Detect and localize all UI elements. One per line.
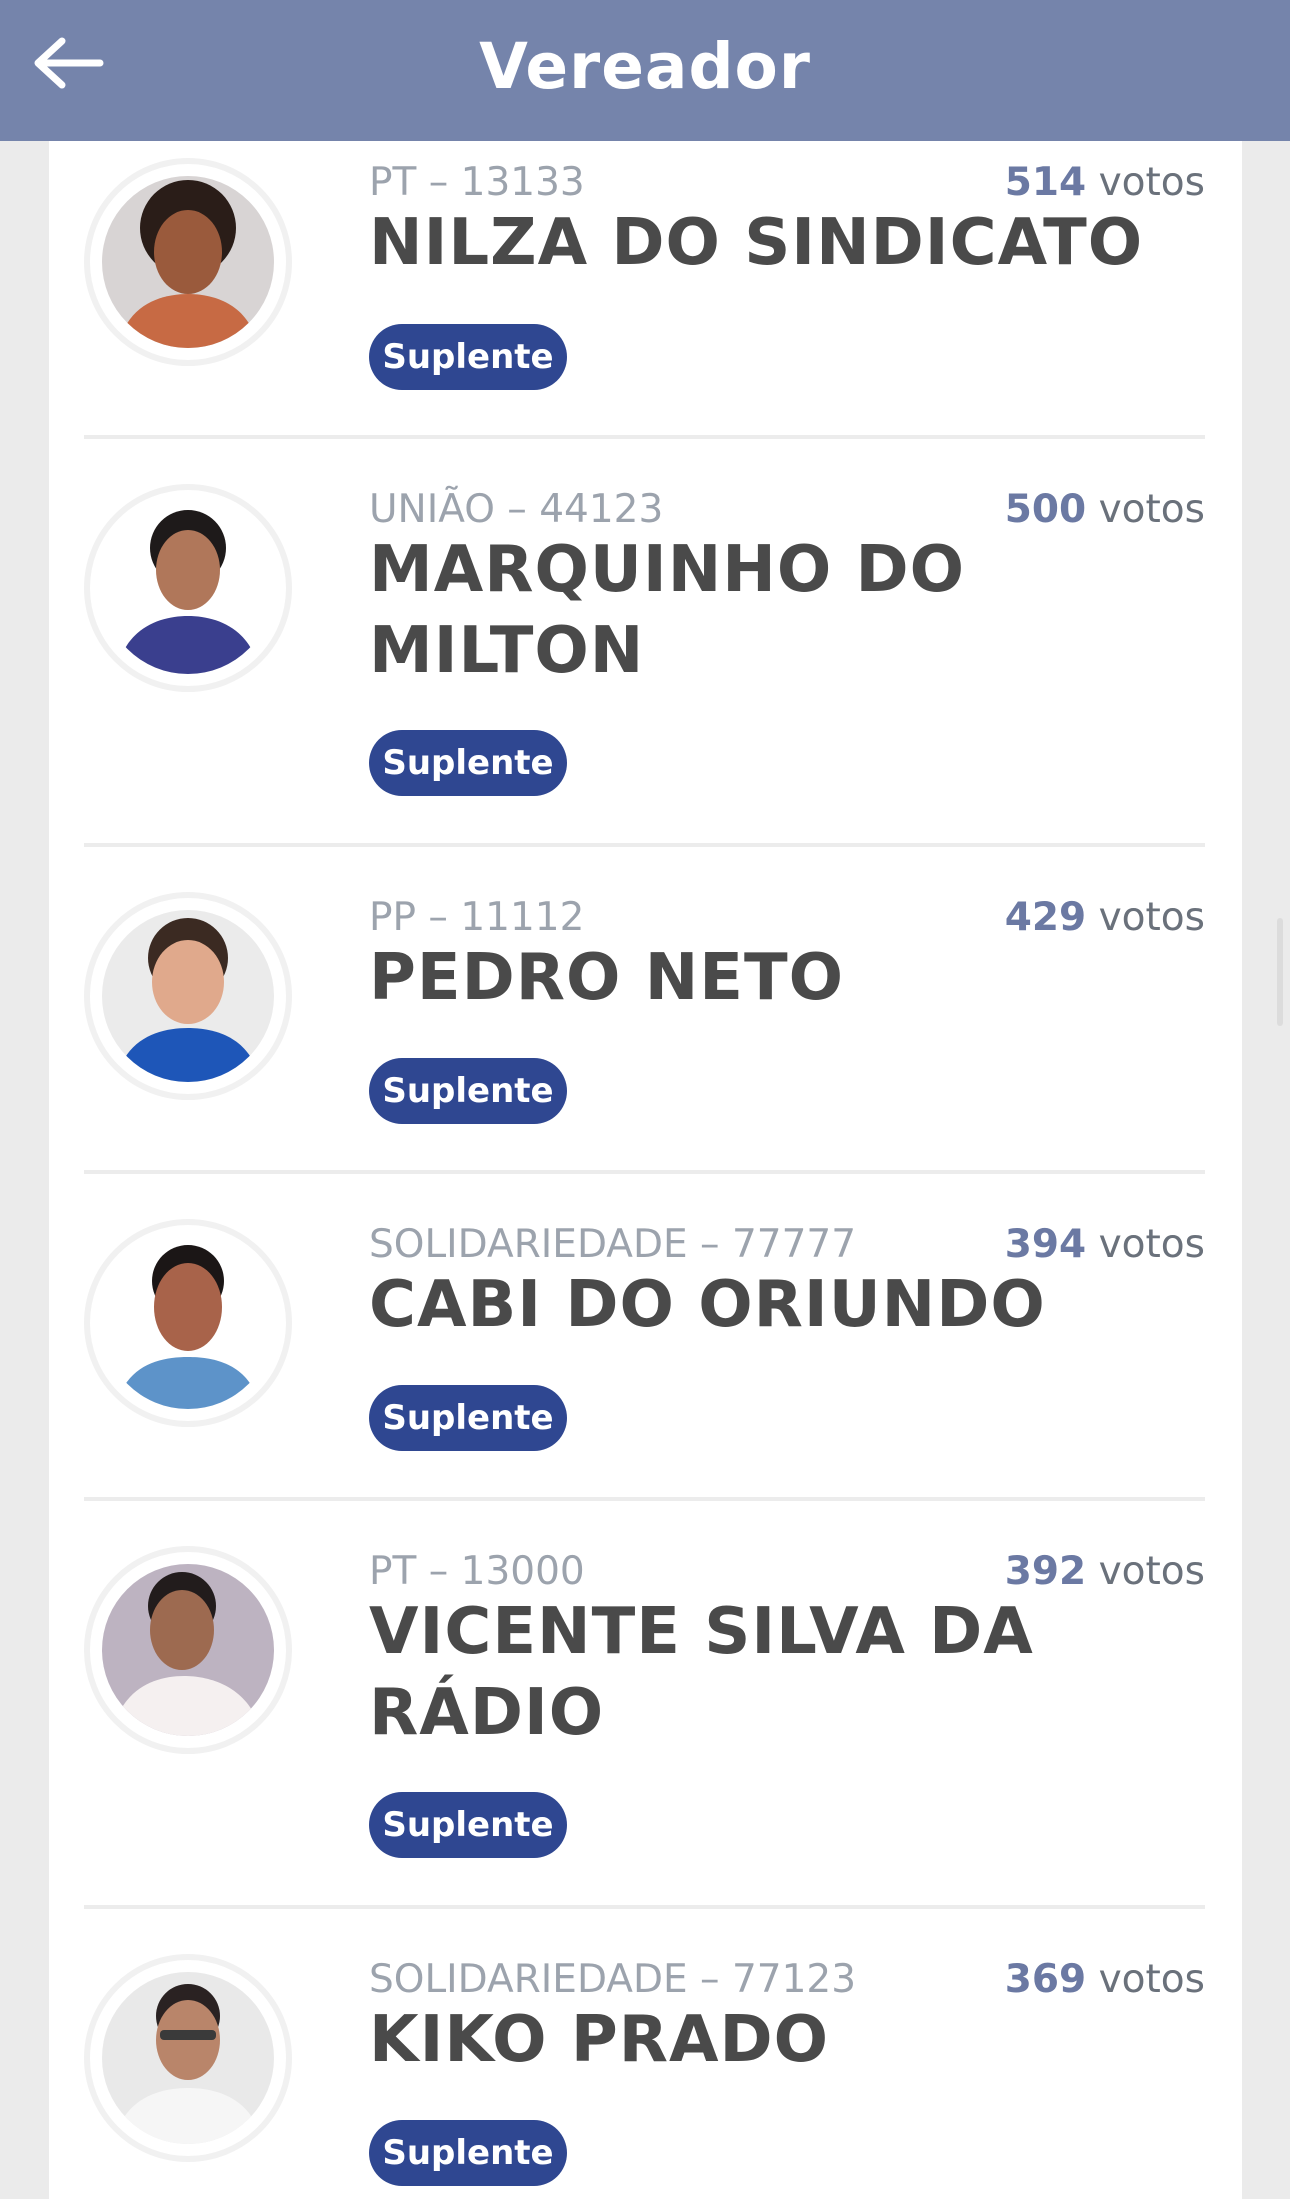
arrow-left-icon <box>34 37 104 89</box>
candidate-row[interactable]: UNIÃO – 44123 500 votos MARQUINHO DO MIL… <box>84 468 1205 868</box>
status-badge: Suplente <box>369 1058 567 1124</box>
candidate-photo <box>84 1546 292 1754</box>
party-number: PT – 13133 <box>369 160 585 205</box>
vote-count: 429 votos <box>1004 895 1205 940</box>
candidate-name: KIKO PRADO <box>369 2003 830 2077</box>
scrollbar[interactable] <box>1277 918 1283 1026</box>
candidate-list[interactable]: PT – 13133 514 votos NILZA DO SINDICATO … <box>49 141 1242 2199</box>
row-divider <box>84 1905 1205 1909</box>
candidate-photo <box>84 1954 292 2162</box>
party-number: SOLIDARIEDADE – 77777 <box>369 1222 857 1267</box>
status-badge: Suplente <box>369 2120 567 2186</box>
status-badge: Suplente <box>369 730 567 796</box>
vote-count: 500 votos <box>1004 487 1205 532</box>
status-badge: Suplente <box>369 324 567 390</box>
vote-count: 394 votos <box>1004 1222 1205 1267</box>
candidate-photo <box>84 892 292 1100</box>
party-number: UNIÃO – 44123 <box>369 487 664 532</box>
vote-count: 514 votos <box>1004 160 1205 205</box>
candidate-row[interactable]: PT – 13133 514 votos NILZA DO SINDICATO … <box>84 141 1205 436</box>
vote-count: 369 votos <box>1004 1957 1205 2002</box>
status-badge: Suplente <box>369 1385 567 1451</box>
party-number: PP – 11112 <box>369 895 585 940</box>
candidate-name: MARQUINHO DO MILTON <box>369 533 966 688</box>
candidate-photo <box>84 158 292 366</box>
candidate-name: VICENTE SILVA DA RÁDIO <box>369 1595 1034 1750</box>
row-divider <box>84 1497 1205 1501</box>
candidate-photo <box>84 1219 292 1427</box>
row-divider <box>84 435 1205 439</box>
vote-count: 392 votos <box>1004 1549 1205 1594</box>
candidate-name: CABI DO ORIUNDO <box>369 1268 1046 1342</box>
app-header: Vereador <box>0 0 1290 141</box>
row-divider <box>84 843 1205 847</box>
candidate-row[interactable]: PT – 13000 392 votos VICENTE SILVA DA RÁ… <box>84 1530 1205 1930</box>
party-number: SOLIDARIEDADE – 77123 <box>369 1957 857 2002</box>
candidate-row[interactable]: SOLIDARIEDADE – 77777 394 votos CABI DO … <box>84 1203 1205 1533</box>
row-divider <box>84 1170 1205 1174</box>
candidate-row[interactable]: PP – 11112 429 votos PEDRO NETO Suplente <box>84 876 1205 1206</box>
back-button[interactable] <box>26 30 110 96</box>
candidate-name: NILZA DO SINDICATO <box>369 206 1144 280</box>
candidate-name: PEDRO NETO <box>369 941 845 1015</box>
page-title: Vereador <box>479 30 811 103</box>
party-number: PT – 13000 <box>369 1549 585 1594</box>
status-badge: Suplente <box>369 1792 567 1858</box>
candidate-row[interactable]: SOLIDARIEDADE – 77123 369 votos KIKO PRA… <box>84 1938 1205 2199</box>
candidate-photo <box>84 484 292 692</box>
